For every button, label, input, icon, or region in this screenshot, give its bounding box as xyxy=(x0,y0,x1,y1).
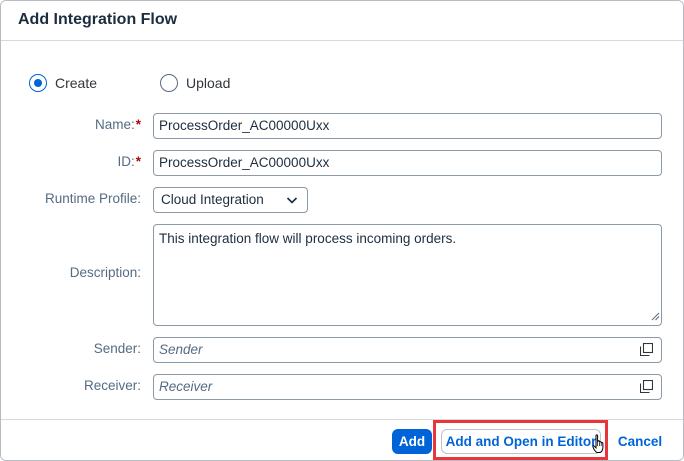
resize-grip-icon[interactable] xyxy=(651,309,660,324)
add-integration-flow-dialog: Add Integration Flow Create Upload Name:… xyxy=(0,0,684,461)
sender-input[interactable]: Sender xyxy=(153,337,662,363)
value-help-icon[interactable] xyxy=(639,342,654,359)
dialog-title: Add Integration Flow xyxy=(18,11,178,28)
description-value: This integration flow will process incom… xyxy=(159,231,457,246)
upload-radio-label[interactable]: Upload xyxy=(186,75,230,91)
cancel-button[interactable]: Cancel xyxy=(611,429,669,454)
receiver-label: Receiver: xyxy=(83,378,141,393)
dialog-footer: Add Add and Open in Editor Cancel xyxy=(1,419,683,460)
value-help-icon[interactable] xyxy=(639,379,654,396)
hand-cursor-icon xyxy=(592,434,606,459)
description-textarea[interactable]: This integration flow will process incom… xyxy=(153,224,662,326)
sender-placeholder: Sender xyxy=(159,342,203,357)
dialog-header: Add Integration Flow xyxy=(1,1,683,41)
name-required-marker: * xyxy=(135,117,141,132)
create-radio-circle[interactable] xyxy=(29,74,47,92)
runtime-profile-value: Cloud Integration xyxy=(161,192,264,207)
create-radio-label[interactable]: Create xyxy=(55,75,97,91)
upload-radio[interactable]: Upload xyxy=(160,74,230,92)
create-radio[interactable]: Create xyxy=(29,74,97,92)
id-label-text: ID: xyxy=(117,154,135,169)
add-button[interactable]: Add xyxy=(392,429,432,454)
runtime-profile-label: Runtime Profile: xyxy=(44,191,141,206)
name-input[interactable]: ProcessOrder_AC00000Uxx xyxy=(153,113,662,139)
name-label-text: Name: xyxy=(94,117,135,132)
sender-label: Sender: xyxy=(93,341,141,356)
upload-radio-circle[interactable] xyxy=(160,74,178,92)
id-input[interactable]: ProcessOrder_AC00000Uxx xyxy=(153,150,662,176)
chevron-down-icon[interactable] xyxy=(286,194,298,209)
receiver-input[interactable]: Receiver xyxy=(153,374,662,400)
name-input-value: ProcessOrder_AC00000Uxx xyxy=(159,118,330,133)
id-label: ID:* xyxy=(117,154,141,169)
receiver-placeholder: Receiver xyxy=(159,379,213,394)
description-label: Description: xyxy=(69,265,141,280)
name-label: Name:* xyxy=(95,117,141,132)
id-required-marker: * xyxy=(135,154,141,169)
add-and-open-in-editor-button[interactable]: Add and Open in Editor xyxy=(441,429,601,454)
id-input-value: ProcessOrder_AC00000Uxx xyxy=(159,155,330,170)
runtime-profile-select[interactable]: Cloud Integration xyxy=(153,187,308,213)
